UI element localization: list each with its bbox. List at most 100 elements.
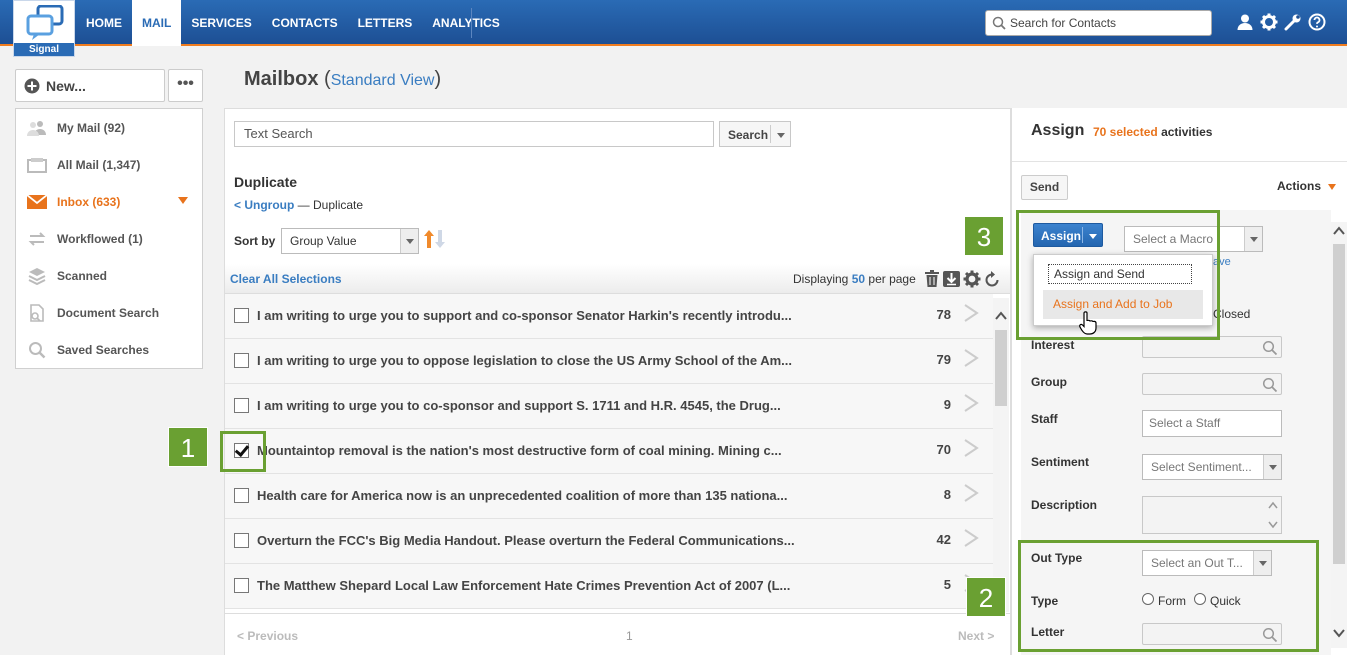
chevron-right-icon[interactable] — [963, 348, 979, 368]
search-icon — [992, 16, 1006, 30]
group-label: Group — [1031, 375, 1067, 389]
list-scrollbar[interactable] — [993, 298, 1009, 612]
group-title: Duplicate — [234, 174, 298, 190]
search-icon[interactable] — [1262, 377, 1278, 393]
gear-icon[interactable] — [963, 270, 981, 288]
nav-analytics[interactable]: ANALYTICS — [422, 0, 510, 46]
chevron-up-icon[interactable] — [1331, 224, 1347, 238]
list-item[interactable]: Mountaintop removal is the nation's most… — [225, 429, 993, 474]
row-checkbox[interactable] — [234, 353, 249, 368]
list-item[interactable]: Overturn the FCC's Big Media Handout. Pl… — [225, 519, 993, 564]
row-count: 8 — [943, 487, 951, 502]
clear-all-selections-link[interactable]: Clear All Selections — [230, 272, 342, 286]
assign-scrollbar[interactable] — [1331, 222, 1347, 648]
wrench-icon[interactable] — [1284, 13, 1302, 31]
layers-icon — [28, 267, 46, 285]
sidebar-item-document-search[interactable]: Document Search — [16, 294, 202, 331]
caret-down-icon[interactable] — [178, 197, 188, 204]
previous-page-button[interactable]: < Previous — [237, 629, 298, 643]
dropdown-toggle[interactable] — [400, 229, 418, 253]
sidebar-item-all-mail[interactable]: All Mail (1,347) — [16, 146, 202, 183]
contact-search[interactable] — [985, 10, 1212, 36]
arrows-icon — [28, 231, 46, 246]
row-checkbox[interactable] — [234, 578, 249, 593]
signal-logo[interactable]: Signal — [13, 0, 75, 57]
row-checkbox[interactable] — [234, 533, 249, 548]
help-icon[interactable] — [1308, 13, 1326, 31]
chevron-up-icon[interactable] — [1267, 500, 1279, 510]
list-item[interactable]: I am writing to urge you to oppose legis… — [225, 339, 993, 384]
chevron-right-icon[interactable] — [963, 483, 979, 503]
staff-input[interactable]: Select a Staff — [1142, 410, 1282, 437]
nav-home[interactable]: HOME — [76, 0, 132, 46]
row-checkbox[interactable] — [234, 398, 249, 413]
new-button[interactable]: New... — [15, 69, 165, 102]
people-icon — [27, 120, 46, 136]
row-subject: I am writing to urge you to support and … — [257, 308, 792, 323]
sidebar-item-workflowed[interactable]: Workflowed (1) — [16, 220, 202, 257]
page-title: Mailbox (Standard View) — [244, 68, 441, 91]
user-icon[interactable] — [1236, 13, 1254, 31]
next-page-button[interactable]: Next > — [958, 629, 994, 643]
page-title-paren-open: ( — [324, 68, 331, 90]
sidebar-item-saved-searches[interactable]: Saved Searches — [16, 331, 202, 368]
sidebar-item-label: Document Search — [57, 305, 160, 320]
sidebar-item-my-mail[interactable]: My Mail (92) — [16, 109, 202, 146]
send-button[interactable]: Send — [1021, 175, 1068, 200]
search-icon[interactable] — [1262, 340, 1278, 356]
row-checkbox[interactable] — [234, 488, 249, 503]
search-button[interactable]: Search — [719, 121, 791, 147]
row-subject: I am writing to urge you to oppose legis… — [257, 353, 792, 368]
list-item[interactable]: I am writing to urge you to co-sponsor a… — [225, 384, 993, 429]
chevron-right-icon[interactable] — [963, 393, 979, 413]
sort-direction-icon[interactable] — [423, 228, 447, 250]
chevron-right-icon[interactable] — [963, 528, 979, 548]
nav-contacts[interactable]: CONTACTS — [262, 0, 348, 46]
dropdown-toggle[interactable] — [1263, 455, 1281, 479]
pagination: < Previous 1 Next > — [225, 613, 1010, 655]
chevron-down-icon[interactable] — [1267, 520, 1279, 530]
chevron-down-icon — [1250, 237, 1258, 242]
trash-icon[interactable] — [924, 270, 940, 288]
list-item[interactable]: I am writing to urge you to support and … — [225, 294, 993, 339]
text-search-input[interactable]: Text Search — [234, 121, 714, 147]
sidebar-item-label: Saved Searches — [57, 342, 150, 357]
scrollbar-thumb[interactable] — [995, 330, 1007, 406]
per-page-count[interactable]: 50 — [852, 272, 865, 286]
dropdown-toggle[interactable] — [1244, 227, 1262, 251]
sidebar-item-scanned[interactable]: Scanned — [16, 257, 202, 294]
ungroup-link[interactable]: < Ungroup — [234, 198, 294, 212]
actions-menu[interactable]: Actions — [1277, 179, 1321, 193]
plus-circle-icon — [24, 78, 40, 93]
chevron-right-icon[interactable] — [963, 438, 979, 458]
nav-services[interactable]: SERVICES — [181, 0, 261, 46]
sidebar-item-inbox[interactable]: Inbox (633) — [16, 183, 202, 220]
list-item[interactable]: The Matthew Shepard Local Law Enforcemen… — [225, 564, 993, 609]
download-icon[interactable] — [943, 270, 960, 288]
chevron-up-icon[interactable] — [993, 308, 1009, 324]
row-checkbox[interactable] — [234, 308, 249, 323]
group-input[interactable] — [1142, 373, 1282, 395]
staff-label: Staff — [1031, 412, 1058, 426]
scrollbar-thumb[interactable] — [1333, 244, 1345, 564]
per-page-suffix: per page — [868, 272, 916, 286]
caret-down-icon[interactable] — [1328, 184, 1336, 190]
more-options-button[interactable]: ••• — [168, 69, 203, 102]
button-divider — [770, 125, 771, 143]
list-item[interactable]: Health care for America now is an unprec… — [225, 474, 993, 519]
view-link[interactable]: Standard View — [331, 72, 435, 89]
chevron-right-icon[interactable] — [963, 303, 979, 323]
sort-select[interactable]: Group Value — [281, 228, 419, 254]
sentiment-select-placeholder: Select Sentiment... — [1151, 460, 1252, 474]
refresh-icon[interactable] — [984, 270, 1000, 288]
contact-search-input[interactable] — [1010, 14, 1205, 32]
sentiment-select[interactable]: Select Sentiment... — [1142, 454, 1282, 480]
chevron-down-icon[interactable] — [777, 133, 785, 138]
nav-letters[interactable]: LETTERS — [348, 0, 423, 46]
selected-count: 70 selected activities — [1093, 125, 1212, 139]
gear-icon[interactable] — [1260, 13, 1278, 31]
selected-count-number: 70 selected — [1093, 125, 1158, 139]
chevron-down-icon[interactable] — [1331, 626, 1347, 640]
nav-mail[interactable]: MAIL — [132, 0, 182, 46]
description-textarea[interactable] — [1142, 496, 1282, 534]
